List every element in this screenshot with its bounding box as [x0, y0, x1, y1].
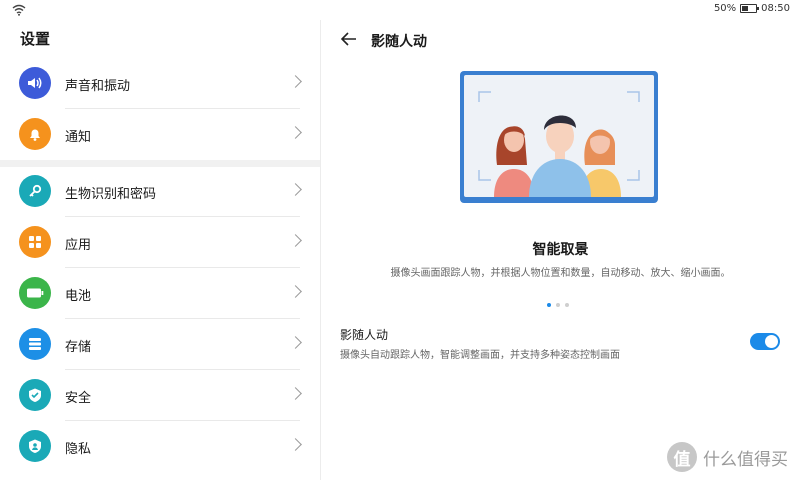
chevron-right-icon	[289, 336, 302, 349]
settings-item-privacy[interactable]: 隐私	[0, 422, 320, 472]
setting-title: 影随人动	[340, 328, 389, 342]
watermark-logo: 值	[667, 442, 697, 472]
divider	[65, 420, 300, 421]
clock: 08:50	[761, 3, 790, 14]
settings-list-pane: 设置 声音和振动 通知 生物识别和密码 应用 电池 存储 安全 隐私	[0, 20, 320, 480]
chevron-right-icon	[289, 75, 302, 88]
divider	[65, 369, 300, 370]
key-icon	[19, 175, 51, 207]
shield-check-icon	[19, 379, 51, 411]
detail-pane: 影随人动 智能取景 摄像头画面跟踪人物，并根据人物位置和数量，自动移动、放大、缩…	[321, 20, 800, 480]
divider	[65, 267, 300, 268]
chevron-right-icon	[289, 387, 302, 400]
storage-icon	[19, 328, 51, 360]
status-bar: 50% 08:50	[0, 0, 800, 20]
chevron-right-icon	[289, 183, 302, 196]
settings-item-biometrics[interactable]: 生物识别和密码	[0, 167, 320, 217]
sidebar-item-label: 存储	[65, 340, 92, 355]
sound-icon	[19, 67, 51, 99]
chevron-right-icon	[289, 234, 302, 247]
settings-item-battery[interactable]: 电池	[0, 269, 320, 319]
settings-item-security[interactable]: 安全	[0, 371, 320, 421]
battery-icon	[19, 277, 51, 309]
feature-description: 摄像头画面跟踪人物，并根据人物位置和数量，自动移动、放大、缩小画面。	[390, 268, 731, 279]
watermark-text: 什么值得买	[703, 449, 788, 470]
smart-framing-illustration	[460, 71, 658, 203]
divider	[65, 108, 300, 109]
watermark: 值 什么值得买	[667, 442, 788, 472]
group-separator	[0, 160, 320, 167]
battery-percent: 50%	[713, 3, 737, 14]
privacy-icon	[19, 430, 51, 462]
settings-item-storage[interactable]: 存储	[0, 320, 320, 370]
settings-item-apps[interactable]: 应用	[0, 218, 320, 268]
detail-title: 影随人动	[371, 34, 427, 50]
sidebar-item-label: 隐私	[65, 442, 92, 457]
sidebar-item-label: 声音和振动	[65, 79, 131, 94]
feature-title: 智能取景	[532, 242, 589, 258]
page-indicator	[547, 303, 569, 307]
page-dot[interactable]	[556, 303, 560, 307]
chevron-right-icon	[289, 285, 302, 298]
wifi-icon	[12, 4, 26, 16]
settings-item-sound[interactable]: 声音和振动	[0, 59, 320, 109]
sidebar-item-label: 通知	[65, 130, 92, 145]
battery-status-icon	[740, 4, 760, 13]
settings-item-notifications[interactable]: 通知	[0, 110, 320, 160]
sidebar-item-label: 安全	[65, 391, 92, 406]
sidebar-item-label: 电池	[65, 289, 92, 304]
page-dot-active[interactable]	[547, 303, 551, 307]
apps-icon	[19, 226, 51, 258]
page-title: 设置	[20, 30, 51, 48]
sidebar-item-label: 应用	[65, 238, 92, 253]
divider	[65, 318, 300, 319]
bell-icon	[19, 118, 51, 150]
back-arrow-icon[interactable]	[339, 30, 359, 48]
page-dot[interactable]	[565, 303, 569, 307]
chevron-right-icon	[289, 438, 302, 451]
setting-description: 摄像头自动跟踪人物，智能调整画面，并支持多种姿态控制画面	[340, 350, 620, 361]
chevron-right-icon	[289, 126, 302, 139]
follow-person-toggle[interactable]	[750, 333, 780, 350]
status-right: 50% 08:50	[714, 3, 790, 14]
sidebar-item-label: 生物识别和密码	[65, 187, 157, 202]
toggle-knob	[765, 335, 778, 348]
divider	[65, 216, 300, 217]
